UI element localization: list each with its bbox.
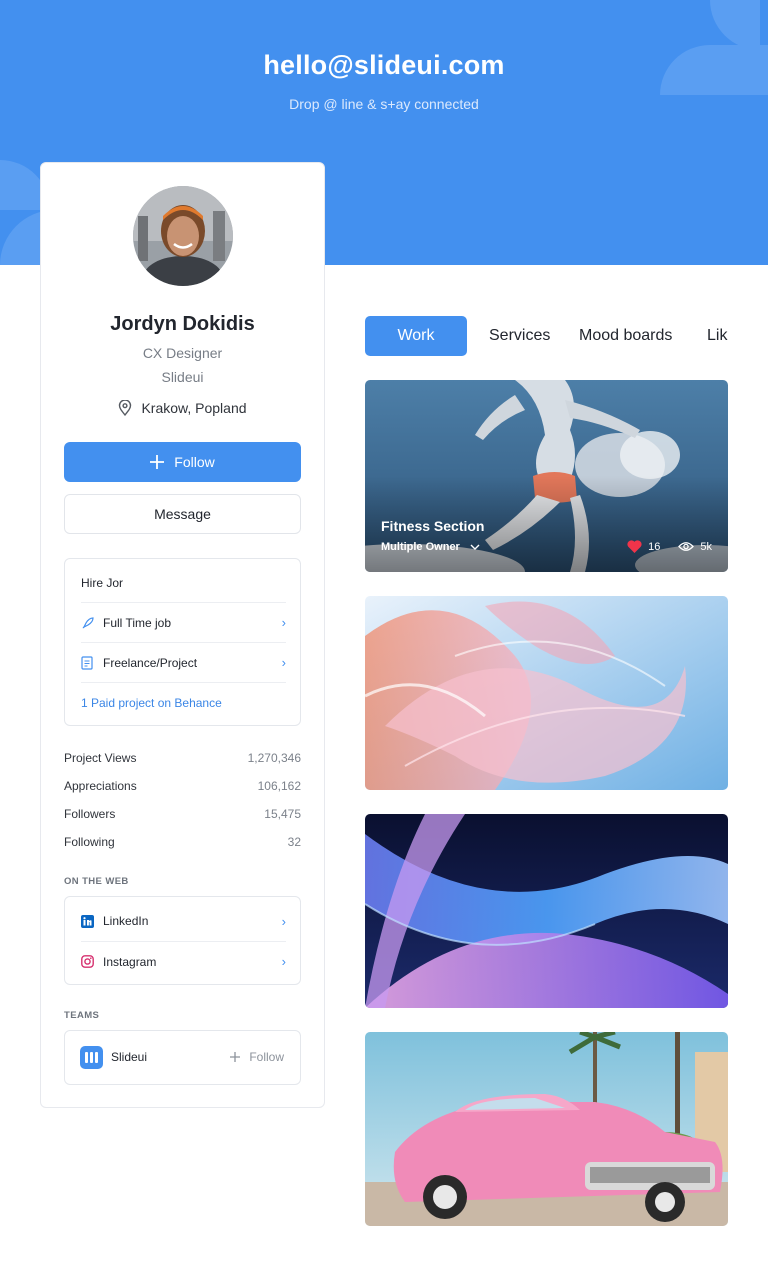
project-thumbnail	[365, 1032, 728, 1226]
project-card[interactable]	[365, 814, 728, 1008]
instagram-label: Instagram	[103, 954, 157, 969]
stat-row: Following 32	[64, 835, 301, 863]
instagram-icon	[81, 955, 94, 968]
plus-icon	[230, 1052, 241, 1062]
team-name: Slideui	[111, 1050, 148, 1064]
document-icon	[81, 655, 93, 670]
hire-option-label: Freelance/Project	[103, 655, 198, 670]
hire-option-label: Full Time job	[103, 615, 172, 630]
instagram-link[interactable]: Instagram ›	[81, 941, 286, 981]
contact-email[interactable]: hello@slideui.com	[0, 50, 768, 81]
heart-icon[interactable]	[627, 540, 642, 553]
linkedin-icon	[81, 914, 94, 928]
project-thumbnail	[365, 814, 728, 1008]
profile-stats: Project Views 1,270,346 Appreciations 106,…	[64, 751, 301, 863]
stat-label: Appreciations	[64, 779, 137, 793]
team-follow-label: Follow	[249, 1050, 284, 1064]
project-owner-label: Multiple Owner	[381, 541, 460, 553]
stat-row: Project Views 1,270,346	[64, 751, 301, 779]
eye-icon	[678, 542, 695, 551]
chevron-right-icon: ›	[281, 655, 286, 670]
chevron-right-icon: ›	[281, 615, 286, 630]
project-card[interactable]	[365, 1032, 728, 1226]
stat-value: 15,475	[264, 807, 301, 821]
linkedin-label: LinkedIn	[103, 914, 149, 928]
project-stats: 16 5k	[627, 540, 712, 553]
profile-card: Jordyn Dokidis CX Designer Slideui Krako…	[40, 162, 325, 1108]
tab-services[interactable]: Services	[489, 316, 550, 356]
stat-label: Following	[64, 835, 115, 849]
hero-tagline: Drop @ line & s+ay connected	[289, 96, 479, 112]
paid-projects-link[interactable]: 1 Paid project on Behance	[81, 696, 222, 710]
profile-location: Krakow, Popland	[41, 400, 324, 416]
hire-option-full-time[interactable]: Full Time job ›	[81, 602, 286, 642]
project-card[interactable]: Fitness Section Multiple Owner 16 5k	[365, 380, 728, 572]
plus-icon	[150, 455, 165, 469]
profile-name: Jordyn Dokidis	[110, 313, 255, 335]
location-text: Krakow, Popland	[141, 400, 247, 416]
project-title: Fitness Section	[381, 518, 485, 534]
linkedin-link[interactable]: LinkedIn ›	[81, 901, 286, 941]
stat-value: 32	[287, 835, 301, 849]
hire-option-freelance[interactable]: Freelance/Project ›	[81, 642, 286, 682]
stat-row: Followers 15,475	[64, 807, 301, 835]
team-item[interactable]: Slideui Follow	[64, 1030, 301, 1085]
location-pin-icon	[119, 400, 132, 416]
tab-mood-boards[interactable]: Mood boards	[579, 316, 672, 356]
team-logo	[80, 1046, 103, 1069]
project-thumbnail	[365, 596, 728, 790]
chevron-down-icon	[470, 544, 480, 550]
project-owner[interactable]: Multiple Owner	[381, 541, 480, 553]
message-label: Message	[154, 506, 211, 522]
avatar[interactable]	[133, 186, 233, 286]
profile-company[interactable]: Slideui	[41, 369, 324, 385]
stat-value: 1,270,346	[247, 751, 301, 765]
follow-button[interactable]: Follow	[64, 442, 301, 482]
tab-likes[interactable]: Lik	[707, 316, 727, 356]
hire-title: Hire Jor	[81, 576, 124, 590]
like-count: 16	[648, 540, 661, 553]
teams-heading: TEAMS	[64, 1010, 100, 1021]
on-the-web-heading: ON THE WEB	[64, 876, 129, 887]
chevron-right-icon: ›	[281, 954, 286, 969]
rocket-icon	[82, 616, 94, 628]
profile-tabs: Work Services Mood boards Lik	[365, 316, 768, 356]
profile-role: CX Designer	[142, 345, 223, 361]
stat-label: Followers	[64, 807, 116, 821]
follow-label: Follow	[174, 454, 215, 470]
hire-panel: Hire Jor Full Time job › Freelance/Proje…	[64, 558, 301, 726]
stat-label: Project Views	[64, 751, 137, 765]
stat-row: Appreciations 106,162	[64, 779, 301, 807]
project-card[interactable]	[365, 596, 728, 790]
message-button[interactable]: Message	[64, 494, 301, 534]
tab-work[interactable]: Work	[365, 316, 467, 356]
team-follow-button[interactable]: Follow	[230, 1050, 284, 1064]
view-count: 5k	[700, 540, 712, 553]
stat-value: 106,162	[257, 779, 301, 793]
chevron-right-icon: ›	[281, 913, 286, 929]
web-links-panel: LinkedIn › Instagram ›	[64, 896, 301, 985]
